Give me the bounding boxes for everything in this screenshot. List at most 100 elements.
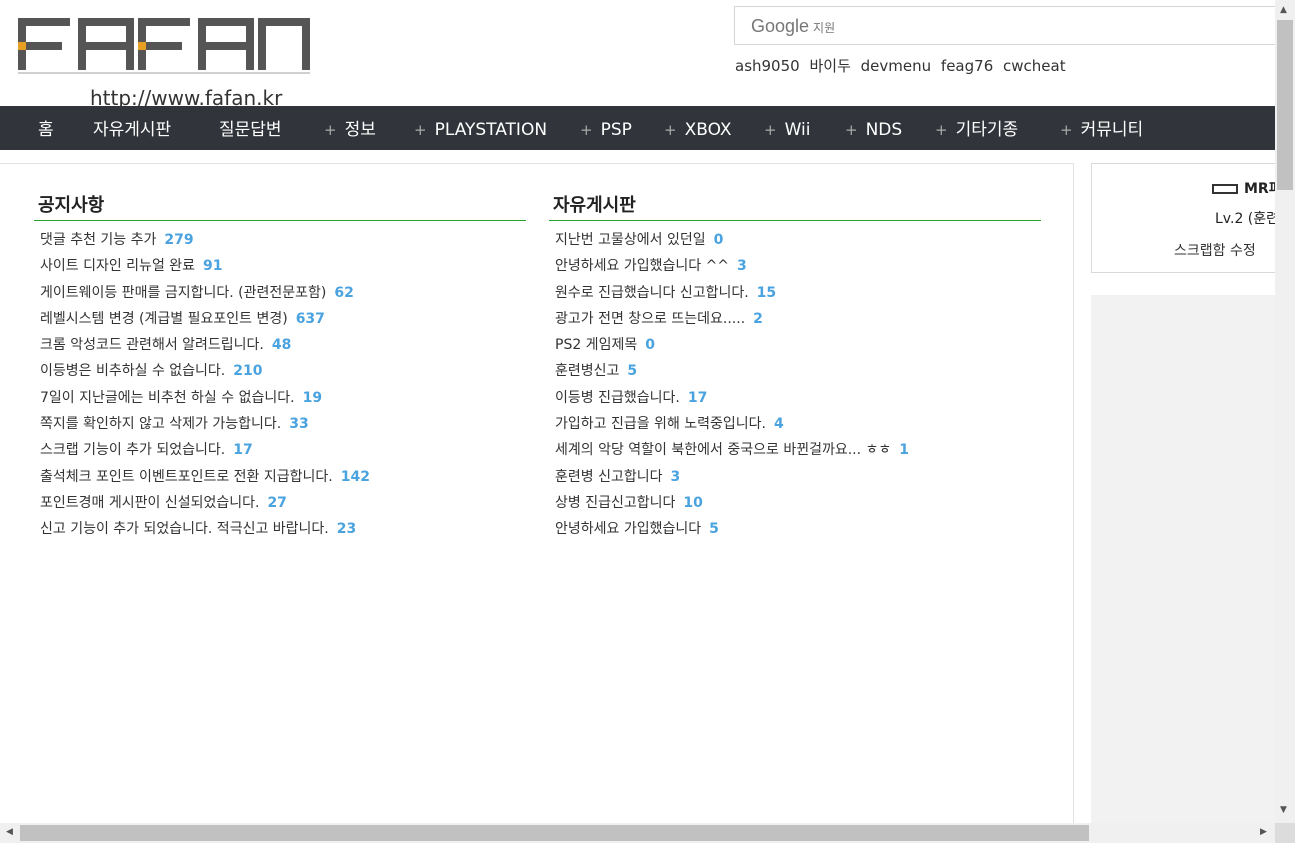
list-item[interactable]: 상병 진급신고합니다 10 (549, 490, 1041, 516)
nav-item-wii[interactable]: + Wii (764, 106, 810, 150)
scroll-right-icon[interactable]: ▶ (1260, 827, 1267, 837)
list-item[interactable]: 댓글 추천 기능 추가 279 (34, 227, 526, 253)
post-title: 가입하고 진급을 위해 노력중입니다. (555, 416, 766, 433)
list-item[interactable]: 출석체크 포인트 이벤트포인트로 전환 지급합니다. 142 (34, 464, 526, 490)
notice-board: 공지사항 댓글 추천 기능 추가 279 사이트 디자인 리뉴얼 완료 91 게이트… (34, 164, 526, 543)
nav-item-nds[interactable]: + NDS (845, 106, 902, 150)
nav-label: Wii (784, 120, 811, 140)
comment-count: 91 (203, 258, 223, 275)
nav-item-qna[interactable]: 질문답변 (219, 106, 282, 150)
scroll-up-icon[interactable]: ▲ (1280, 5, 1287, 15)
nav-item-psp[interactable]: + PSP (580, 106, 632, 150)
freeboard-board: 자유게시판 지난번 고물상에서 있던일 0 안녕하세요 가입했습니다 ^^ 3 원수… (549, 164, 1041, 543)
site-logo[interactable]: http://www.fafan.kr (18, 14, 318, 110)
comment-count: 48 (271, 337, 292, 354)
nav-item-xbox[interactable]: + XBOX (664, 106, 732, 150)
post-title: 크롬 악성코드 관련해서 알려드립니다. (40, 337, 264, 354)
nav-label: 정보 (344, 120, 376, 140)
nav-item-info[interactable]: + 정보 (324, 106, 376, 150)
quick-link[interactable]: feag76 (941, 57, 993, 75)
list-item[interactable]: 이등병 진급했습니다. 17 (549, 385, 1041, 411)
list-item[interactable]: 세계의 악당 역할이 북한에서 중국으로 바뀐걸까요... ㅎㅎ 1 (549, 437, 1041, 463)
list-item[interactable]: 광고가 전면 창으로 뜨는데요..... 2 (549, 306, 1041, 332)
scroll-down-icon[interactable]: ▼ (1280, 805, 1287, 815)
nav-item-playstation[interactable]: + PLAYSTATION (414, 106, 547, 150)
main-nav: 홈 자유게시판 질문답변 + 정보 + PLAYSTATION + PSP + XBOX… (0, 106, 1275, 150)
side-panel (1091, 295, 1275, 823)
comment-count: 17 (687, 389, 708, 406)
vertical-scrollbar[interactable]: ▲ ▼ (1275, 0, 1295, 823)
post-title: 포인트경매 게시판이 신설되었습니다. (40, 494, 260, 511)
list-item[interactable]: 7일이 지난글에는 비추천 하실 수 없습니다. 19 (34, 385, 526, 411)
nav-label: 기타기종 (955, 120, 1019, 140)
member-actions[interactable]: 스크랩함 수정 (1174, 240, 1256, 260)
list-item[interactable]: 사이트 디자인 리뉴얼 완료 91 (34, 253, 526, 279)
post-title: 광고가 전면 창으로 뜨는데요..... (555, 310, 746, 327)
scrollbar-corner (1275, 823, 1295, 843)
post-title: 안녕하세요 가입했습니다 ^^ (555, 258, 730, 275)
list-item[interactable]: 지난번 고물상에서 있던일 0 (549, 227, 1041, 253)
list-item[interactable]: 게이트웨이등 판매를 금지합니다. (관련전문포함) 62 (34, 280, 526, 306)
post-title: 신고 기능이 추가 되었습니다. 적극신고 바랍니다. (40, 521, 329, 538)
plus-icon: + (580, 121, 593, 139)
quick-link[interactable]: devmenu (861, 57, 931, 75)
list-item[interactable]: 안녕하세요 가입했습니다 5 (549, 516, 1041, 542)
member-level: Lv.2 (훈련 (1215, 211, 1280, 227)
post-title: 훈련병 신고합니다 (555, 468, 663, 485)
nav-label: XBOX (684, 120, 732, 140)
quick-link[interactable]: ash9050 (735, 57, 800, 75)
list-item[interactable]: 원수로 진급했습니다 신고합니다. 15 (549, 280, 1041, 306)
list-item[interactable]: 훈련병 신고합니다 3 (549, 464, 1041, 490)
horizontal-scroll-thumb[interactable] (20, 825, 1089, 841)
list-item[interactable]: 훈련병신고 5 (549, 358, 1041, 384)
plus-icon: + (324, 121, 337, 139)
list-item[interactable]: 크롬 악성코드 관련해서 알려드립니다. 48 (34, 332, 526, 358)
comment-count: 19 (302, 389, 323, 406)
post-title: 7일이 지난글에는 비추천 하실 수 없습니다. (40, 389, 295, 406)
comment-count: 33 (289, 416, 309, 433)
comment-count: 5 (627, 363, 638, 380)
member-box: MR피 Lv.2 (훈련 스크랩함 수정 (1091, 163, 1291, 273)
quick-links: ash9050 바이두 devmenu feag76 cwcheat (735, 55, 1071, 76)
scroll-left-icon[interactable]: ◀ (6, 827, 13, 837)
quick-link[interactable]: 바이두 (809, 57, 850, 75)
nav-item-freeboard[interactable]: 자유게시판 (93, 106, 171, 150)
list-item[interactable]: 포인트경매 게시판이 신설되었습니다. 27 (34, 490, 526, 516)
post-title: 댓글 추천 기능 추가 (40, 232, 157, 248)
post-title: 지난번 고물상에서 있던일 (555, 232, 706, 248)
nav-item-home[interactable]: 홈 (38, 106, 54, 150)
comment-count: 637 (295, 310, 325, 327)
vertical-scroll-thumb[interactable] (1277, 20, 1293, 190)
horizontal-scrollbar[interactable]: ◀ ▶ (0, 823, 1275, 843)
plus-icon: + (764, 121, 777, 139)
list-item[interactable]: 이등병은 비추하실 수 없습니다. 210 (34, 358, 526, 384)
comment-count: 0 (645, 337, 655, 354)
list-item[interactable]: 안녕하세요 가입했습니다 ^^ 3 (549, 253, 1041, 279)
comment-count: 4 (774, 416, 784, 433)
post-title: PS2 게임제목 (555, 337, 638, 354)
notice-title[interactable]: 공지사항 (34, 164, 526, 221)
comment-count: 279 (164, 232, 194, 248)
freeboard-list: 지난번 고물상에서 있던일 0 안녕하세요 가입했습니다 ^^ 3 원수로 진급했습… (549, 227, 1041, 543)
comment-count: 27 (267, 494, 287, 511)
google-brand-label: Google (751, 16, 810, 36)
comment-count: 0 (713, 232, 724, 248)
post-title: 훈련병신고 (555, 363, 620, 380)
post-title: 이등병 진급했습니다. (555, 389, 680, 406)
nav-label: 커뮤니티 (1080, 120, 1144, 140)
nav-item-other[interactable]: + 기타기종 (935, 106, 1018, 150)
freeboard-title[interactable]: 자유게시판 (549, 164, 1041, 221)
list-item[interactable]: 레벨시스템 변경 (계급별 필요포인트 변경) 637 (34, 306, 526, 332)
list-item[interactable]: 스크랩 기능이 추가 되었습니다. 17 (34, 437, 526, 463)
nav-label: PLAYSTATION (434, 120, 548, 140)
list-item[interactable]: 신고 기능이 추가 되었습니다. 적극신고 바랍니다. 23 (34, 516, 526, 542)
list-item[interactable]: 가입하고 진급을 위해 노력중입니다. 4 (549, 411, 1041, 437)
list-item[interactable]: 쪽지를 확인하지 않고 삭제가 가능합니다. 33 (34, 411, 526, 437)
quick-link[interactable]: cwcheat (1003, 57, 1066, 75)
list-item[interactable]: PS2 게임제목 0 (549, 332, 1041, 358)
nav-label: PSP (600, 120, 632, 140)
nav-item-community[interactable]: + 커뮤니티 (1060, 106, 1143, 150)
search-box[interactable]: Google 지원 (734, 6, 1279, 45)
comment-count: 15 (756, 284, 777, 301)
member-name[interactable]: MR피 (1212, 178, 1282, 198)
